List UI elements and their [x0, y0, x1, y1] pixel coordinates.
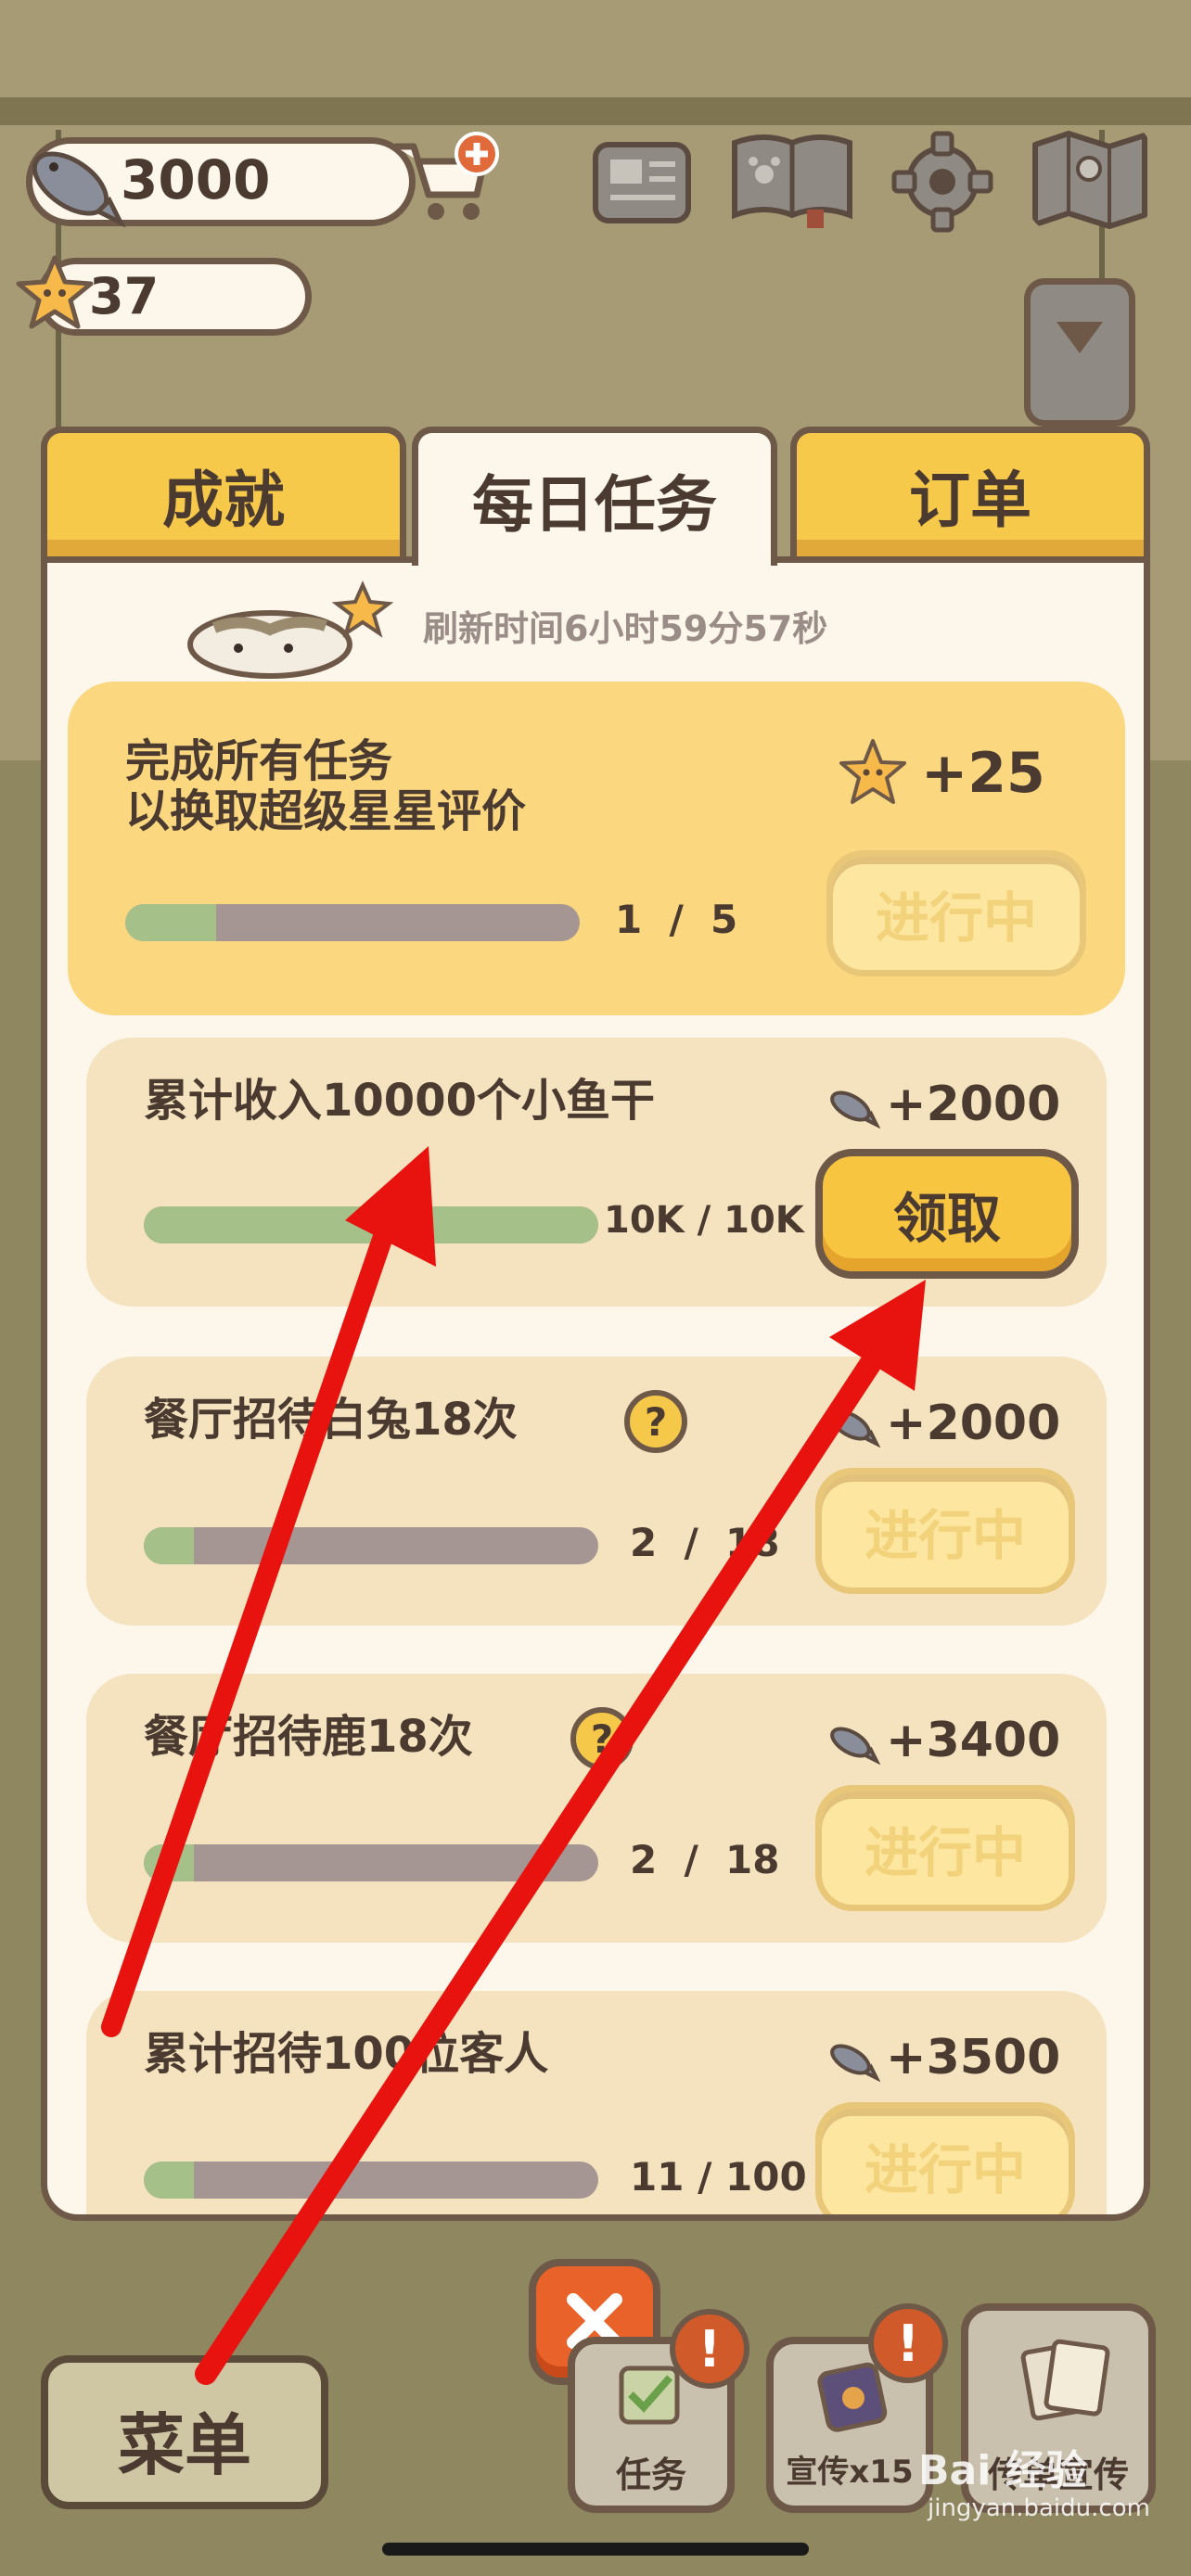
- tab-label: 成就: [162, 464, 285, 536]
- home-indicator[interactable]: [382, 2543, 809, 2556]
- tutorial-arrows: [101, 1146, 926, 2385]
- arrow-to-claim-button: [195, 1333, 894, 2385]
- tab-label: 订单: [909, 464, 1031, 536]
- watermark-logo: Bai 经验: [918, 2447, 1087, 2494]
- tab-daily-tasks[interactable]: 每日任务: [412, 427, 777, 566]
- arrow-to-income-task: [101, 1186, 407, 2037]
- watermark-url: jingyan.baidu.com: [928, 2494, 1150, 2522]
- arrow-head: [829, 1280, 926, 1391]
- arrow-head: [345, 1146, 436, 1267]
- tab-label: 每日任务: [472, 468, 717, 541]
